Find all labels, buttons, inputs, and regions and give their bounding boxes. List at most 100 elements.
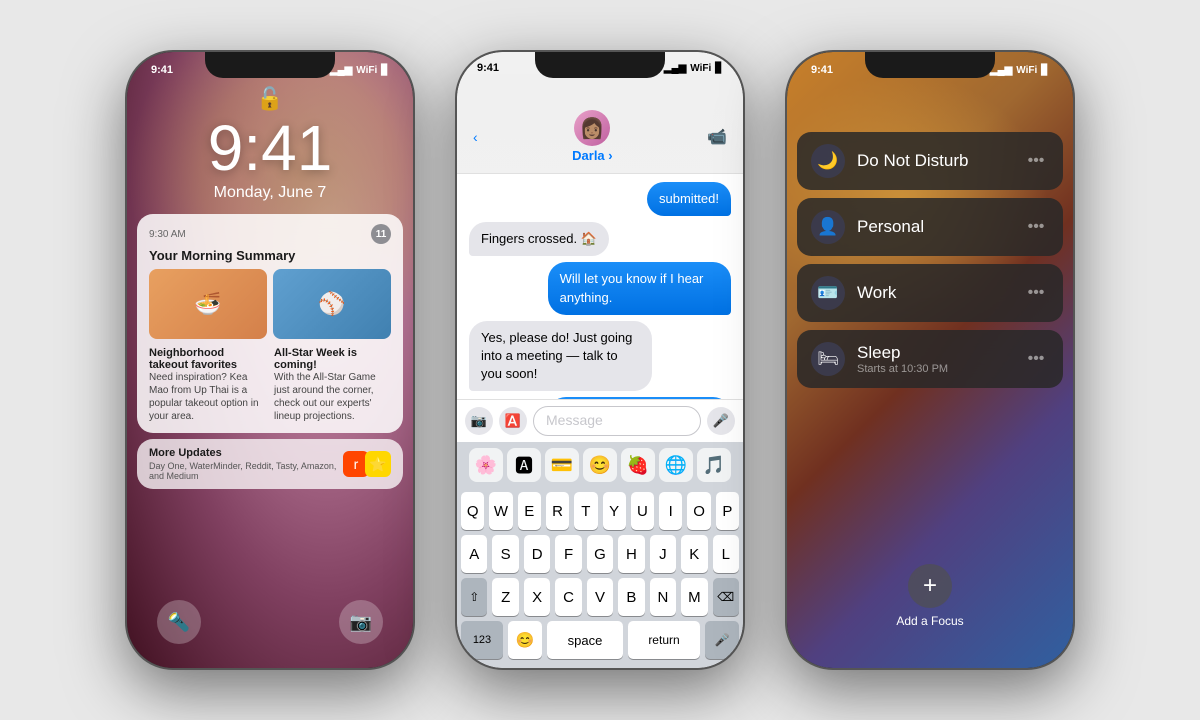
emoji-red[interactable]: 🌐 [659, 448, 693, 482]
contact-name[interactable]: Darla › [478, 148, 707, 163]
contact-info: 👩🏽 Darla › [478, 110, 707, 163]
iphone-messages: 9:41 ▂▄▆ WiFi ▊ ‹ 👩🏽 Darla › 📹 sub [455, 50, 745, 670]
notif-time: 9:30 AM [149, 229, 186, 240]
key-g[interactable]: G [587, 535, 613, 573]
apps-tool-button[interactable]: 🅰️ [499, 407, 527, 435]
notif-sports-image: ⚾ [273, 269, 391, 339]
notif-item1-desc: Need inspiration? Kea Mao from Up Thai i… [149, 371, 266, 423]
star-icon: ⭐ [365, 451, 391, 477]
messages-list: submitted! Fingers crossed. 🏠 Will let y… [457, 174, 743, 399]
sleep-icon: 🛏 [811, 342, 845, 376]
key-shift[interactable]: ⇧ [461, 578, 487, 616]
add-focus-button[interactable]: + [908, 564, 952, 608]
iphone-lockscreen: 9:41 ▂▄▆ WiFi ▊ 🔓 9:41 Monday, June 7 9:… [125, 50, 415, 670]
flashlight-button[interactable]: 🔦 [157, 600, 201, 644]
dnd-label: Do Not Disturb [857, 151, 1011, 171]
messages-header: ‹ 👩🏽 Darla › 📹 [457, 74, 743, 174]
emoji-applepay[interactable]: 💳 [545, 448, 579, 482]
notif-item2-desc: With the All-Star Game just around the c… [274, 371, 391, 423]
work-more-button[interactable]: ••• [1023, 280, 1049, 306]
msg-wifi: WiFi [690, 63, 711, 74]
emoji-music[interactable]: 🎵 [697, 448, 731, 482]
key-b[interactable]: B [618, 578, 644, 616]
work-label: Work [857, 283, 1011, 303]
key-y[interactable]: Y [603, 492, 626, 530]
status-time: 9:41 [151, 64, 173, 76]
key-emoji[interactable]: 😊 [508, 621, 542, 659]
camera-tool-button[interactable]: 📷 [465, 407, 493, 435]
key-v[interactable]: V [587, 578, 613, 616]
key-o[interactable]: O [687, 492, 710, 530]
lock-date: Monday, June 7 [127, 184, 413, 202]
contact-avatar: 👩🏽 [574, 110, 610, 146]
key-return[interactable]: return [628, 621, 700, 659]
more-updates-title: More Updates [149, 447, 347, 459]
key-d[interactable]: D [524, 535, 550, 573]
notif-title: Your Morning Summary [149, 248, 391, 263]
key-p[interactable]: P [716, 492, 739, 530]
personal-more-button[interactable]: ••• [1023, 214, 1049, 240]
message-bubble-2: Fingers crossed. 🏠 [469, 222, 731, 256]
key-w[interactable]: W [489, 492, 512, 530]
personal-icon: 👤 [811, 210, 845, 244]
work-icon: 🪪 [811, 276, 845, 310]
status-icons: ▂▄▆ WiFi ▊ [330, 65, 389, 76]
emoji-memoji[interactable]: 😊 [583, 448, 617, 482]
emoji-appstore[interactable]: 🅰 [507, 448, 541, 482]
key-a[interactable]: A [461, 535, 487, 573]
msg-signal: ▂▄▆ [664, 63, 686, 74]
key-z[interactable]: Z [492, 578, 518, 616]
notch [535, 52, 665, 78]
message-bubble-3: Will let you know if I hear anything. [469, 262, 731, 314]
key-k[interactable]: K [681, 535, 707, 573]
wifi-icon: WiFi [356, 65, 377, 76]
key-u[interactable]: U [631, 492, 654, 530]
focus-status-time: 9:41 [811, 64, 833, 76]
sleep-sublabel: Starts at 10:30 PM [857, 363, 1011, 375]
camera-button[interactable]: 📷 [339, 600, 383, 644]
msg-battery: ▊ [715, 63, 723, 74]
more-updates-card[interactable]: More Updates Day One, WaterMinder, Reddi… [137, 439, 403, 489]
notif-item1-title: Neighborhood takeout favorites [149, 347, 266, 371]
more-updates-desc: Day One, WaterMinder, Reddit, Tasty, Ama… [149, 461, 347, 481]
msg-status-icons: ▂▄▆ WiFi ▊ [664, 62, 723, 74]
key-mic[interactable]: 🎤 [705, 621, 739, 659]
audio-tool-button[interactable]: 🎤 [707, 407, 735, 435]
key-123[interactable]: 123 [461, 621, 503, 659]
key-m[interactable]: M [681, 578, 707, 616]
message-input[interactable]: Message [533, 406, 701, 436]
keyboard[interactable]: Q W E R T Y U I O P A S D F G H [457, 488, 743, 668]
emoji-photos[interactable]: 🌸 [469, 448, 503, 482]
key-s[interactable]: S [492, 535, 518, 573]
emoji-globe[interactable]: 🍓 [621, 448, 655, 482]
message-bubble-1: submitted! [469, 182, 731, 216]
focus-item-dnd[interactable]: 🌙 Do Not Disturb ••• [797, 132, 1063, 190]
key-n[interactable]: N [650, 578, 676, 616]
emoji-strip: 🌸 🅰 💳 😊 🍓 🌐 🎵 [457, 442, 743, 488]
key-c[interactable]: C [555, 578, 581, 616]
key-q[interactable]: Q [461, 492, 484, 530]
focus-item-personal[interactable]: 👤 Personal ••• [797, 198, 1063, 256]
key-delete[interactable]: ⌫ [713, 578, 739, 616]
key-space[interactable]: space [547, 621, 623, 659]
dnd-more-button[interactable]: ••• [1023, 148, 1049, 174]
key-h[interactable]: H [618, 535, 644, 573]
sleep-more-button[interactable]: ••• [1023, 346, 1049, 372]
key-l[interactable]: L [713, 535, 739, 573]
key-i[interactable]: I [659, 492, 682, 530]
lock-bottom-controls: 🔦 📷 [127, 600, 413, 644]
video-call-button[interactable]: 📹 [707, 127, 727, 147]
msg-status-time: 9:41 [477, 62, 499, 74]
key-t[interactable]: T [574, 492, 597, 530]
key-e[interactable]: E [518, 492, 541, 530]
focus-item-work[interactable]: 🪪 Work ••• [797, 264, 1063, 322]
key-f[interactable]: F [555, 535, 581, 573]
key-x[interactable]: X [524, 578, 550, 616]
focus-item-sleep[interactable]: 🛏 Sleep Starts at 10:30 PM ••• [797, 330, 1063, 388]
personal-label: Personal [857, 217, 1011, 237]
morning-summary-card[interactable]: 9:30 AM 11 Your Morning Summary 🍜 ⚾ Neig… [137, 214, 403, 433]
battery-icon: ▊ [381, 65, 389, 76]
key-j[interactable]: J [650, 535, 676, 573]
iphone-focus: 9:41 ▂▄▆ WiFi ▊ 🌙 Do Not Disturb ••• 👤 P… [785, 50, 1075, 670]
key-r[interactable]: R [546, 492, 569, 530]
